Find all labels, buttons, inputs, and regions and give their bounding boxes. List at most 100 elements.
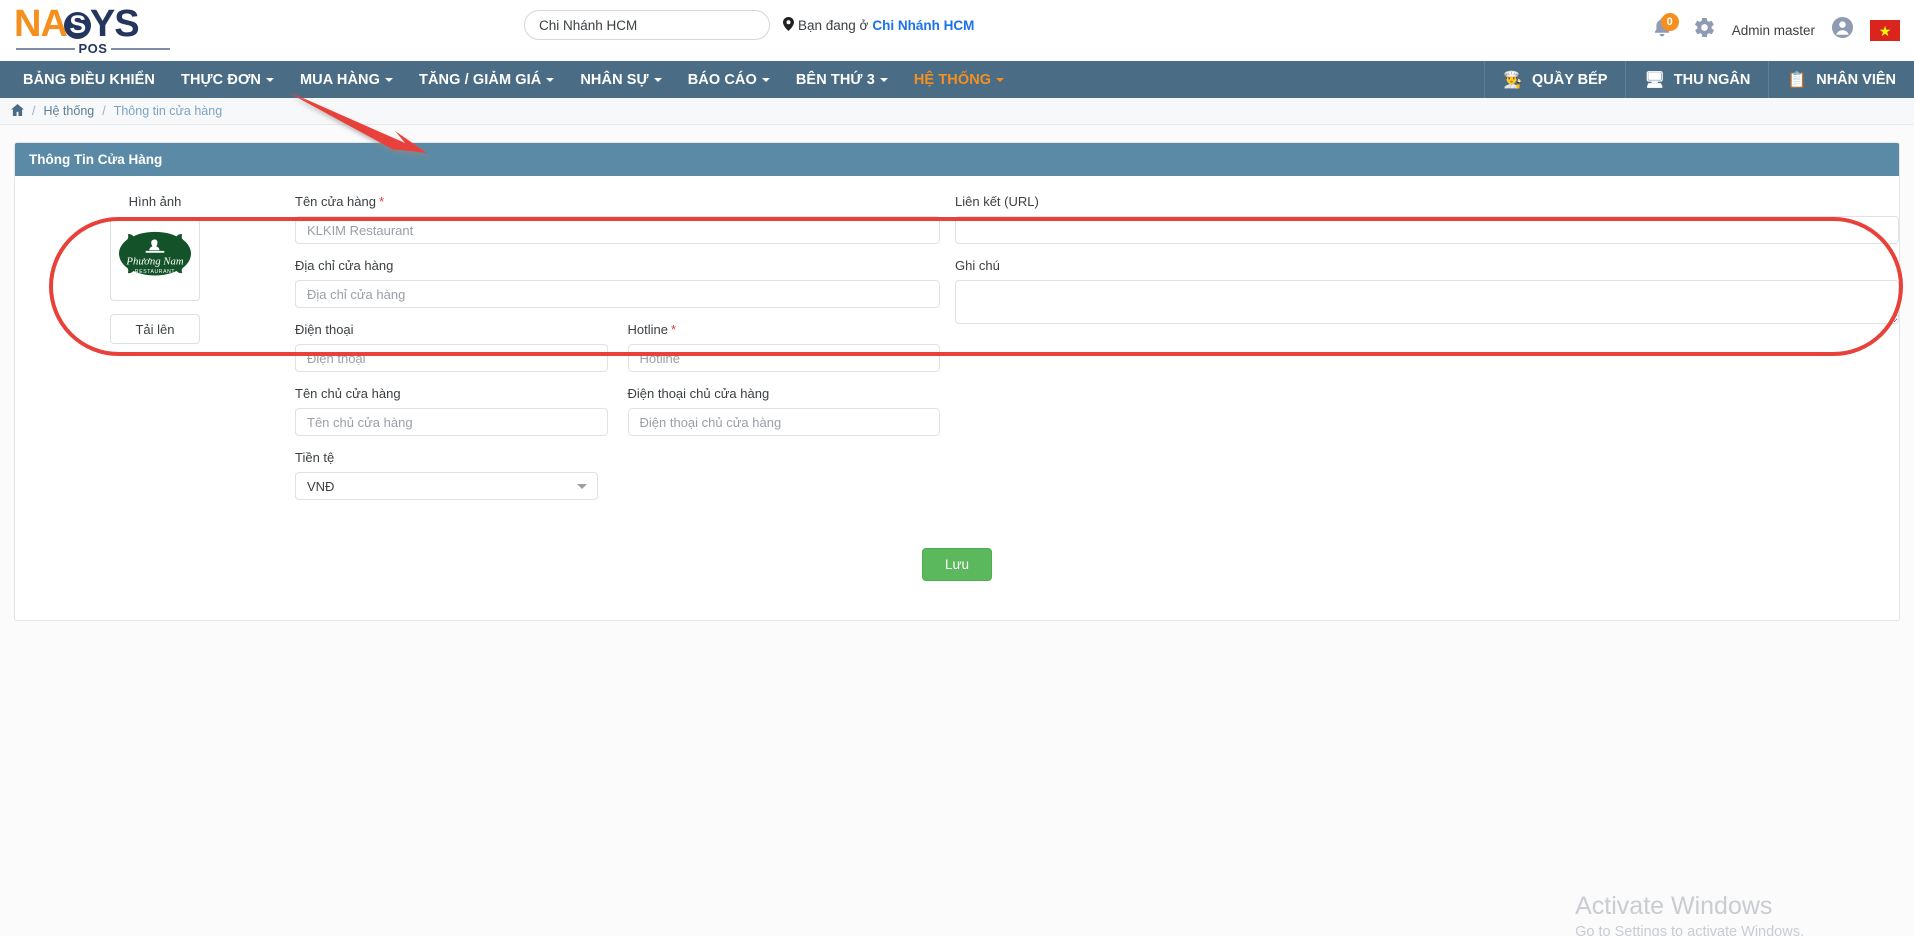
nav-item-third-party[interactable]: BÊN THỨ 3: [783, 61, 901, 98]
save-button[interactable]: Lưu: [921, 548, 993, 581]
language-flag-icon[interactable]: ★: [1870, 20, 1900, 41]
nav-label: THU NGÂN: [1673, 71, 1751, 88]
nav-label: NHÂN VIÊN: [1816, 71, 1896, 88]
field-owner-phone: Điện thoại chủ cửa hàng: [627, 386, 940, 436]
right-column: Liên kết (URL) Ghi chú: [940, 194, 1899, 514]
owner-name-label: Tên chủ cửa hàng: [295, 386, 401, 401]
home-icon[interactable]: [11, 103, 24, 119]
store-info-panel: Thông Tin Cửa Hàng Hình ảnh Phương Nam R…: [14, 91, 1903, 621]
store-address-input[interactable]: [295, 280, 940, 308]
field-store-name: Tên cửa hàng *: [295, 194, 940, 244]
panel-body: Hình ảnh Phương Nam RESTAURANT Tải lên T…: [15, 176, 1903, 581]
breadcrumb-separator: /: [32, 104, 36, 118]
top-bar: NA S YS POS Chi Nhánh HCM Bạn đang ở Chi N…: [0, 0, 1914, 61]
owner-phone-label: Điện thoại chủ cửa hàng: [627, 386, 770, 401]
nav-label: MUA HÀNG: [300, 71, 381, 88]
owner-phone-input[interactable]: [627, 408, 940, 436]
nav-item-staff[interactable]: 📋 NHÂN VIÊN: [1768, 61, 1914, 98]
hotline-label: Hotline *: [628, 322, 941, 337]
hotline-label-text: Hotline: [627, 322, 668, 337]
note-label: Ghi chú: [955, 258, 1000, 273]
notifications-button[interactable]: 0: [1651, 12, 1679, 46]
nav-item-cashier[interactable]: 🖥 THU NGÂN: [1625, 61, 1768, 98]
field-phone: Điện thoại: [295, 322, 608, 372]
phuong-nam-logo-icon: Phương Nam RESTAURANT: [119, 231, 191, 280]
url-input[interactable]: [955, 216, 1899, 244]
field-url: Liên kết (URL): [955, 194, 1899, 244]
field-owner-name: Tên chủ cửa hàng: [295, 386, 608, 436]
url-label: Liên kết (URL): [955, 194, 1039, 209]
nav-label: TĂNG / GIẢM GIÁ: [419, 71, 542, 88]
location-prefix-label: Bạn đang ở: [798, 18, 869, 33]
note-input[interactable]: [955, 280, 1899, 324]
location-pin-icon: [783, 17, 794, 34]
nav-label: QUẦY BẾP: [1531, 71, 1608, 88]
nav-item-reports[interactable]: BÁO CÁO: [675, 61, 783, 98]
nav-item-dashboard[interactable]: BẢNG ĐIỀU KHIỂN: [10, 61, 168, 98]
store-logo-preview: Phương Nam RESTAURANT: [110, 219, 200, 301]
chevron-down-icon: [266, 77, 274, 82]
logo-rule-right: [111, 47, 170, 50]
store-name-input[interactable]: [295, 216, 940, 244]
currency-select[interactable]: [295, 472, 598, 500]
chevron-down-icon: [761, 77, 770, 82]
content-area: Thông Tin Cửa Hàng Hình ảnh Phương Nam R…: [0, 91, 1914, 936]
logo-text-na: NA: [14, 3, 68, 45]
nav-items-right: 👨‍🍳 QUẦY BẾP 🖥 THU NGÂN 📋 NHÂN VIÊN: [1484, 61, 1914, 98]
flag-star-glyph: ★: [1878, 22, 1892, 39]
field-currency: Tiền tệ: [295, 450, 940, 500]
phone-input[interactable]: [295, 344, 608, 372]
middle-column: Tên cửa hàng* Địa chỉ cửa hàng Điện thoạ…: [295, 194, 940, 514]
location-branch-name: Chi Nhánh HCM: [872, 18, 975, 33]
nav-item-system[interactable]: HỆ THỐNG: [901, 61, 1017, 98]
avatar[interactable]: [1831, 16, 1854, 45]
current-location-note: Bạn đang ở Chi Nhánh HCM: [783, 17, 974, 34]
chef-icon: 👨‍🍳: [1503, 71, 1523, 89]
store-address-label: Địa chỉ cửa hàng: [295, 258, 394, 273]
chevron-down-icon: [996, 77, 1005, 82]
store-name-label: Tên cửa hàng *: [295, 194, 940, 209]
notification-count-badge: 0: [1660, 12, 1679, 31]
chevron-down-icon: [385, 77, 394, 82]
chevron-down-icon: [879, 77, 888, 82]
currency-select-wrapper[interactable]: [295, 472, 598, 500]
clipboard-icon: 📋: [1787, 71, 1808, 89]
nav-label: HỆ THỐNG: [913, 71, 992, 88]
image-section-label: Hình ảnh: [128, 194, 182, 209]
required-marker: *: [378, 194, 385, 209]
nav-item-menu[interactable]: THỰC ĐƠN: [168, 61, 287, 98]
logo-rule-left: [16, 47, 75, 50]
gear-icon[interactable]: [1693, 16, 1716, 45]
field-store-address: Địa chỉ cửa hàng: [295, 258, 940, 308]
svg-text:RESTAURANT: RESTAURANT: [135, 269, 175, 275]
owner-name-input[interactable]: [295, 408, 608, 436]
field-note: Ghi chú: [955, 258, 1899, 329]
upload-image-button[interactable]: Tải lên: [110, 314, 200, 344]
annotation-arrow: [287, 91, 427, 155]
app-logo[interactable]: NA S YS POS: [0, 5, 170, 56]
chevron-down-icon: [546, 77, 555, 82]
watermark-line-2: Go to Settings to activate Windows.: [1575, 924, 1804, 936]
nav-item-hr[interactable]: NHÂN SỰ: [567, 61, 674, 98]
image-column: Hình ảnh Phương Nam RESTAURANT Tải lên: [15, 194, 295, 514]
breadcrumb-item-system[interactable]: Hệ thống: [43, 104, 94, 118]
nav-item-kitchen[interactable]: 👨‍🍳 QUẦY BẾP: [1484, 61, 1625, 98]
store-name-label-text: Tên cửa hàng: [295, 194, 376, 209]
owner-row: Tên chủ cửa hàng Điện thoại chủ cửa hàng: [295, 386, 940, 450]
nav-label: NHÂN SỰ: [580, 71, 649, 88]
save-row: Lưu: [15, 514, 1899, 581]
breadcrumb-item-current: Thông tin cửa hàng: [113, 104, 223, 118]
phone-hotline-row: Điện thoại Hotline*: [295, 322, 940, 386]
currency-label: Tiền tệ: [295, 450, 335, 465]
nav-items-left: BẢNG ĐIỀU KHIỂN THỰC ĐƠN MUA HÀNG TĂNG /…: [0, 61, 1017, 98]
branch-selector[interactable]: Chi Nhánh HCM: [524, 10, 770, 40]
logo-text-ys: YS: [89, 3, 140, 45]
hotline-input[interactable]: [627, 344, 940, 372]
field-hotline: Hotline *: [627, 322, 941, 372]
user-name-label: Admin master: [1731, 23, 1815, 38]
top-bar-actions: 0 Admin master ★: [1651, 0, 1900, 61]
store-info-form: Hình ảnh Phương Nam RESTAURANT Tải lên T…: [15, 176, 1899, 514]
logo-s-circle-icon: S: [63, 11, 91, 39]
branch-selector-value: Chi Nhánh HCM: [539, 17, 638, 33]
nav-label: BÁO CÁO: [687, 71, 757, 88]
